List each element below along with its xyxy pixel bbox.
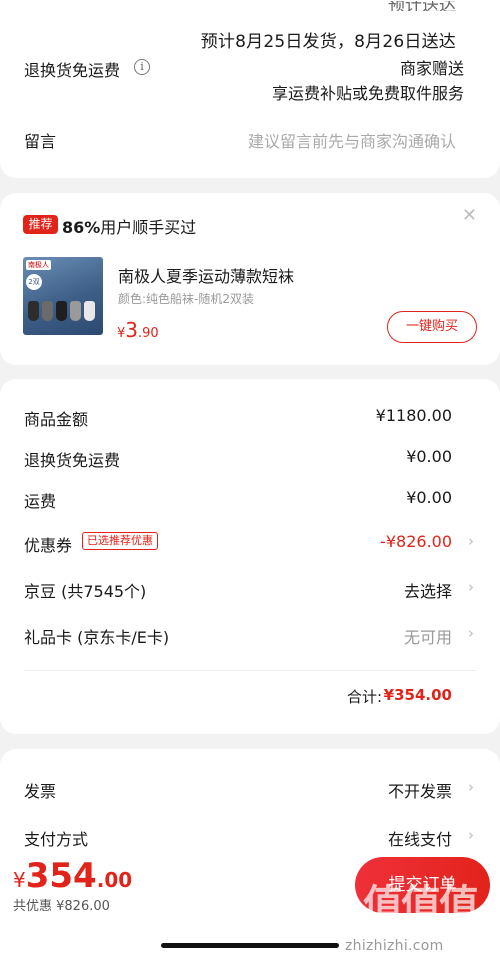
- sock-graphic: [42, 301, 53, 321]
- return-shipping-value-line1: 商家赠送: [399, 59, 464, 78]
- amounts-card: [0, 379, 500, 734]
- recommend-tag: 推荐: [23, 215, 58, 234]
- gift-card-label: 礼品卡 (京东卡/E卡): [24, 628, 170, 647]
- payment-label: 支付方式: [24, 830, 89, 849]
- chevron-right-icon[interactable]: ›: [468, 826, 474, 844]
- watermark-url: zhizhizhi.com: [345, 938, 444, 954]
- sock-graphic: [56, 301, 67, 321]
- chevron-right-icon[interactable]: ›: [468, 778, 474, 796]
- coupon-selected-tag: 已选推荐优惠: [82, 532, 158, 550]
- product-spec: 颜色:纯色船袜-随机2双装: [118, 292, 255, 306]
- invoice-label: 发票: [24, 782, 57, 801]
- recommend-title: 86%用户顺手买过: [62, 218, 197, 237]
- product-image-brand: 南极人: [26, 260, 51, 270]
- product-image[interactable]: 南极人 2双: [23, 257, 103, 335]
- home-indicator[interactable]: [161, 943, 339, 948]
- delivery-cut-text: 预计送达: [388, 1, 456, 11]
- return-shipping-value-line2: 享运费补贴或免费取件服务: [271, 84, 464, 103]
- return-free-value: ¥0.00: [406, 447, 452, 466]
- product-name[interactable]: 南极人夏季运动薄款短袜: [118, 263, 294, 287]
- sock-graphic: [70, 301, 81, 321]
- sock-graphic: [84, 301, 95, 321]
- gift-card-value[interactable]: 无可用: [404, 624, 452, 648]
- watermark-logo: 值值值: [363, 882, 479, 928]
- coupon-label: 优惠券: [24, 536, 73, 555]
- message-input[interactable]: 建议留言前先与商家沟通确认: [248, 128, 456, 152]
- footer-total-price: ¥354.00: [13, 856, 133, 896]
- total-value: ¥354.00: [383, 686, 452, 704]
- jd-beans-value[interactable]: 去选择: [404, 578, 452, 602]
- divider: [24, 670, 476, 671]
- shipping-value: ¥0.00: [406, 488, 452, 507]
- footer-saved-amount: 共优惠 ¥826.00: [13, 899, 110, 914]
- close-icon[interactable]: ✕: [462, 205, 477, 226]
- sock-graphic: [28, 301, 39, 321]
- return-free-label: 退换货免运费: [24, 451, 121, 470]
- jd-beans-label: 京豆 (共7545个): [24, 582, 147, 601]
- invoice-value[interactable]: 不开发票: [388, 778, 452, 802]
- coupon-value[interactable]: -¥826.00: [380, 532, 452, 551]
- shipping-label: 运费: [24, 492, 57, 511]
- info-circle-icon[interactable]: i: [134, 59, 150, 75]
- payment-value[interactable]: 在线支付: [388, 826, 452, 850]
- total-label: 合计:: [346, 688, 382, 706]
- goods-amount-label: 商品金额: [24, 410, 89, 429]
- return-shipping-label: 退换货免运费: [24, 61, 121, 80]
- message-label: 留言: [24, 132, 57, 151]
- product-image-pairs: 2双: [26, 274, 42, 290]
- chevron-right-icon[interactable]: ›: [468, 578, 474, 596]
- product-price: ¥3.90: [117, 318, 159, 342]
- one-click-buy-button[interactable]: 一键购买: [387, 311, 477, 343]
- goods-amount-value: ¥1180.00: [375, 406, 452, 425]
- delivery-estimate: 预计8月25日发货，8月26日送达: [200, 32, 456, 52]
- chevron-right-icon[interactable]: ›: [468, 532, 474, 550]
- chevron-right-icon[interactable]: ›: [468, 624, 474, 642]
